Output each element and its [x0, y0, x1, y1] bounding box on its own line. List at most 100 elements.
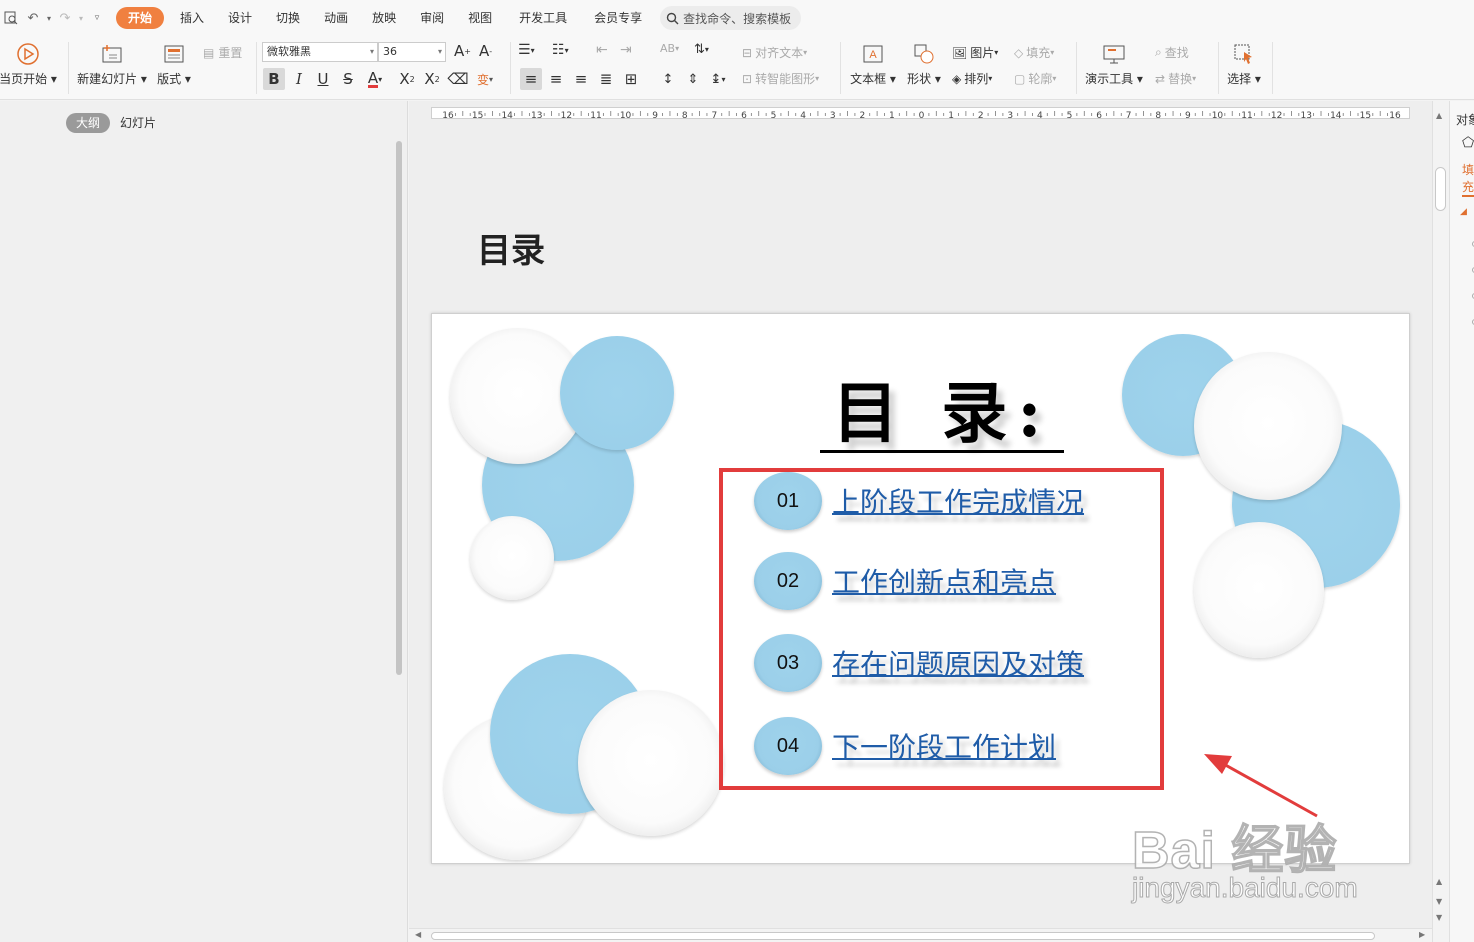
find-button[interactable]: ⌕ 查找 — [1155, 44, 1189, 61]
tab-outline[interactable]: 大纲 — [66, 113, 111, 133]
line-spacing-button[interactable]: ↕ — [657, 68, 679, 90]
clear-format-icon[interactable]: ⌫ — [447, 68, 469, 90]
arrange-button[interactable]: ◈ 排列 ▾ — [952, 70, 992, 87]
left-scrollbar[interactable] — [396, 141, 402, 675]
decor-ball — [1194, 522, 1324, 658]
redo-dropdown-icon[interactable]: ▾ — [76, 7, 86, 29]
toc-link[interactable]: 存在问题原因及对策 — [832, 643, 1084, 683]
align-center-button[interactable]: ≡ — [545, 68, 567, 90]
scrollbar-thumb[interactable] — [1435, 167, 1446, 211]
toc-number-badge: 01 — [754, 472, 822, 530]
outline-title[interactable]: 目录 — [477, 223, 545, 272]
replace-button[interactable]: ⇄ 替换 ▾ — [1155, 70, 1196, 87]
increase-indent-button[interactable]: ⇥ — [620, 42, 632, 58]
horizontal-ruler[interactable]: 16 15 14 13 12 11 10 9 8 7 6 5 4 3 2 1 0 1 2 3 4 5 6 7 8 9 10 11 12 1… — [431, 107, 1410, 119]
tab-home[interactable]: 开始 — [116, 7, 165, 29]
scroll-right-icon[interactable]: ▶ — [1419, 930, 1425, 939]
toc-item-3[interactable]: 03 存在问题原因及对策 — [754, 634, 1084, 692]
command-search[interactable]: 查找命令、搜索模板 — [660, 6, 802, 30]
toc-highlight-box[interactable]: 01 上阶段工作完成情况 02 工作创新点和亮点 03 存在问题原因及对策 04… — [719, 468, 1164, 790]
slide[interactable]: 目 录: 01 上阶段工作完成情况 02 工作创新点和亮点 03 存在问题原因及… — [431, 313, 1410, 864]
align-right-button[interactable]: ≡ — [570, 68, 592, 90]
tab-view[interactable]: 视图 — [456, 7, 504, 29]
paragraph-spacing-button[interactable]: ⇕ — [682, 68, 704, 90]
bold-button[interactable]: B — [263, 68, 285, 90]
toc-link[interactable]: 上阶段工作完成情况 — [832, 481, 1084, 521]
scrollbar-thumb[interactable] — [431, 932, 1375, 940]
tab-insert[interactable]: 插入 — [168, 7, 216, 29]
increase-font-button[interactable]: A + — [454, 42, 471, 60]
customize-toolbar-icon[interactable]: ▿ — [86, 7, 108, 29]
select-button[interactable]: 选择 ▾ — [1224, 40, 1264, 87]
decrease-font-button[interactable]: A- — [479, 42, 492, 60]
print-preview-icon[interactable] — [0, 7, 22, 29]
scroll-up-icon[interactable]: ▲ — [1436, 111, 1442, 120]
strikethrough-button[interactable]: S — [337, 68, 359, 90]
next-slide-icon[interactable]: ▼ — [1436, 913, 1442, 922]
superscript-button[interactable]: X2 — [396, 68, 418, 90]
toc-link[interactable]: 工作创新点和亮点 — [832, 561, 1056, 601]
new-slide-button[interactable]: 新建幻灯片 ▾ — [76, 40, 148, 87]
fill-button[interactable]: ◇ 填充 ▾ — [1014, 44, 1054, 61]
text-direction-button[interactable]: AB ▾ — [660, 42, 679, 55]
undo-icon[interactable]: ↶ — [22, 7, 44, 29]
toc-item-4[interactable]: 04 下一阶段工作计划 — [754, 717, 1056, 775]
sort-button[interactable]: ⇅ ▾ — [694, 42, 709, 57]
decrease-indent-button[interactable]: ⇤ — [596, 42, 608, 58]
subscript-button[interactable]: X2 — [421, 68, 443, 90]
scroll-left-icon[interactable]: ◀ — [415, 930, 421, 939]
font-name-select[interactable]: 微软雅黑 ▾ — [262, 42, 378, 62]
tab-transitions[interactable]: 切换 — [264, 7, 312, 29]
picture-button[interactable]: 🖼 图片 ▾ — [952, 44, 998, 61]
phonetic-guide-button[interactable]: 变 ▾ — [474, 68, 496, 90]
layout-button[interactable]: 版式 ▾ — [154, 40, 194, 87]
italic-button[interactable]: I — [288, 68, 310, 90]
distribute-button[interactable]: ⊞ — [620, 68, 642, 90]
horizontal-scrollbar[interactable]: ◀ ▶ — [409, 928, 1432, 942]
prev-slide-icon[interactable]: ▲ — [1436, 877, 1442, 886]
textbox-button[interactable]: A 文本框 ▾ — [850, 40, 896, 87]
redo-icon[interactable]: ↷ — [54, 7, 76, 29]
tab-animation[interactable]: 动画 — [312, 7, 360, 29]
font-size-select[interactable]: 36 ▾ — [378, 42, 446, 62]
justify-button[interactable]: ≣ — [595, 68, 617, 90]
underline-button[interactable]: U — [312, 68, 334, 90]
line-spacing-dropdown[interactable]: ↨ ▾ — [707, 68, 729, 90]
layout-label: 版式 — [157, 72, 182, 86]
play-icon — [14, 40, 42, 68]
tab-design[interactable]: 设计 — [216, 7, 264, 29]
toc-item-2[interactable]: 02 工作创新点和亮点 — [754, 552, 1056, 610]
tab-developer[interactable]: 开发工具 — [504, 7, 582, 29]
align-text-button[interactable]: ⊟ 对齐文本 ▾ — [742, 44, 807, 61]
outline-button[interactable]: ▢ 轮廓 ▾ — [1014, 70, 1056, 87]
tab-slides[interactable]: 幻灯片 — [110, 113, 166, 133]
toc-number-badge: 03 — [754, 634, 822, 692]
reset-button[interactable]: ▤ 重置 — [203, 44, 242, 61]
scroll-down-icon[interactable]: ▼ — [1436, 897, 1442, 906]
vertical-scrollbar[interactable]: ▲ ▲ ▼ ▼ — [1432, 101, 1448, 942]
toc-item-1[interactable]: 01 上阶段工作完成情况 — [754, 472, 1084, 530]
slide-title[interactable]: 目 录: — [820, 376, 1064, 454]
layout-icon — [160, 40, 188, 68]
shape-tab-icon[interactable]: ⬠ — [1462, 135, 1474, 151]
smart-shape-button[interactable]: ⊡ 转智能图形 ▾ — [742, 70, 819, 87]
tab-fill[interactable]: 填充 — [1462, 161, 1474, 197]
tab-review[interactable]: 审阅 — [408, 7, 456, 29]
font-color-button[interactable]: A ▾ — [364, 68, 386, 90]
separator — [1076, 42, 1077, 94]
ruler-label: 9 — [1185, 111, 1191, 118]
section-expand-icon[interactable]: ◢ — [1460, 207, 1467, 217]
bullets-button[interactable]: ☰ ▾ — [518, 42, 535, 58]
undo-dropdown-icon[interactable]: ▾ — [44, 7, 54, 29]
arrange-label: 排列 — [964, 72, 989, 86]
numbering-button[interactable]: ☷ ▾ — [552, 42, 569, 58]
title-underline — [820, 450, 1064, 453]
presenter-tools-button[interactable]: 演示工具 ▾ — [1084, 40, 1144, 87]
align-left-button[interactable]: ≡ — [520, 68, 542, 90]
play-from-current-button[interactable]: 当页开始 ▾ — [0, 40, 58, 87]
shape-button[interactable]: 形状 ▾ — [906, 40, 942, 87]
ruler-label: 14 — [501, 111, 513, 118]
tab-slideshow[interactable]: 放映 — [360, 7, 408, 29]
tab-member[interactable]: 会员专享 — [582, 7, 654, 29]
toc-link[interactable]: 下一阶段工作计划 — [832, 726, 1056, 766]
